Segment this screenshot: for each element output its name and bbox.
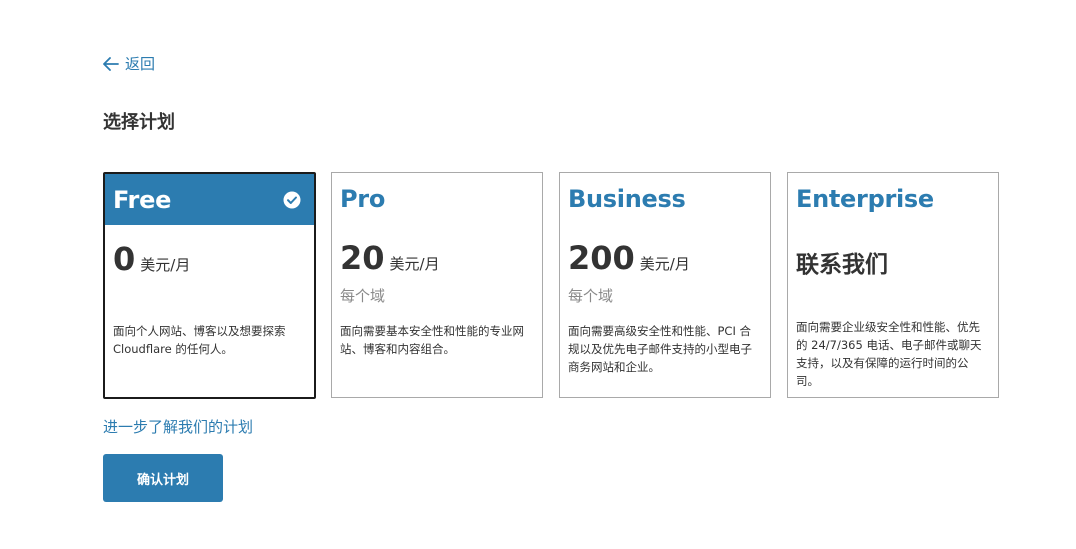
plan-description: 面向个人网站、博客以及想要探索 Cloudflare 的任何人。 — [113, 324, 286, 356]
plan-card-business[interactable]: Business 200 美元/月 每个域 面向需要高级安全性和性能、PCI 合… — [559, 172, 771, 398]
plan-header: Enterprise — [788, 173, 998, 224]
arrow-left-icon — [103, 56, 119, 71]
page-title: 选择计划 — [103, 112, 175, 133]
check-circle-icon — [283, 191, 301, 209]
contact-us-label: 联系我们 — [796, 252, 888, 278]
plan-name: Business — [568, 184, 686, 213]
price-value: 200 — [568, 239, 635, 277]
plan-header: Pro — [332, 173, 542, 224]
price-unit: 美元/月 — [389, 255, 440, 273]
price-unit: 美元/月 — [639, 255, 690, 273]
confirm-plan-button[interactable]: 确认计划 — [103, 454, 223, 502]
back-label: 返回 — [125, 55, 156, 73]
plan-card-enterprise[interactable]: Enterprise 联系我们 面向需要企业级安全性和性能、优先的 24/7/3… — [787, 172, 999, 398]
plan-header: Free — [105, 174, 314, 225]
per-domain-label: 每个域 — [340, 287, 386, 305]
price-row: 0 美元/月 — [113, 240, 190, 278]
per-domain-label: 每个域 — [568, 287, 614, 305]
price-row: 联系我们 — [796, 245, 888, 279]
plan-card-free[interactable]: Free 0 美元/月 面向个人网站、博客以及想要探索 Cloudflare 的… — [103, 172, 316, 399]
page: 返回 选择计划 Free 0 美元/月 面向个人网站、博客以及想要探索 Clou… — [0, 0, 1076, 549]
price-row: 200 美元/月 — [568, 239, 690, 277]
price-unit: 美元/月 — [140, 256, 191, 274]
plan-description: 面向需要基本安全性和性能的专业网站、博客和内容组合。 — [340, 324, 524, 356]
plan-header: Business — [560, 173, 770, 224]
learn-more-link[interactable]: 进一步了解我们的计划 — [103, 416, 253, 437]
plan-name: Pro — [340, 184, 386, 213]
plan-description: 面向需要企业级安全性和性能、优先的 24/7/365 电话、电子邮件或聊天支持，… — [796, 320, 982, 388]
back-link[interactable]: 返回 — [103, 53, 155, 74]
price-value: 0 — [113, 240, 136, 278]
price-row: 20 美元/月 — [340, 239, 440, 277]
plan-description: 面向需要高级安全性和性能、PCI 合规以及优先电子邮件支持的小型电子商务网站和企… — [568, 324, 752, 374]
plan-card-pro[interactable]: Pro 20 美元/月 每个域 面向需要基本安全性和性能的专业网站、博客和内容组… — [331, 172, 543, 398]
plan-name: Enterprise — [796, 184, 934, 213]
plan-name: Free — [113, 185, 172, 214]
price-value: 20 — [340, 239, 385, 277]
